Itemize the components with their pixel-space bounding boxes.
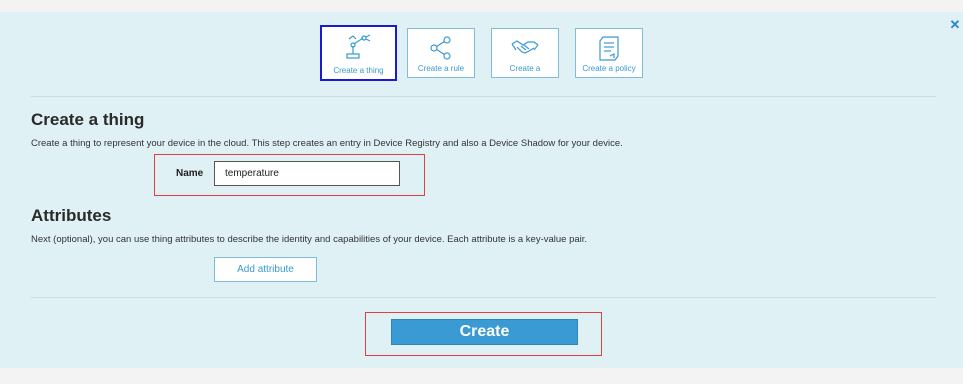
share-nodes-icon — [430, 36, 451, 60]
handshake-icon — [511, 40, 539, 54]
wizard-tiles: Create a thing Create a rule Create a Cr… — [0, 25, 963, 82]
add-attribute-button[interactable]: Add attribute — [214, 257, 317, 282]
create-button[interactable]: Create — [391, 319, 578, 345]
divider-top — [31, 96, 936, 97]
tile-create-a[interactable]: Create a — [491, 28, 559, 78]
tile-create-policy[interactable]: Create a policy — [575, 28, 643, 78]
name-input[interactable] — [214, 161, 400, 186]
document-icon — [599, 36, 619, 61]
tile-label: Create a policy — [582, 64, 636, 73]
section-description-thing: Create a thing to represent your device … — [31, 138, 623, 149]
section-title-attributes: Attributes — [31, 206, 112, 225]
section-title-thing: Create a thing — [31, 110, 145, 129]
name-label: Name — [176, 168, 204, 179]
tile-label: Create a rule — [417, 64, 465, 73]
tile-create-rule[interactable]: Create a rule — [407, 28, 475, 78]
section-description-attributes: Next (optional), you can use thing attri… — [31, 234, 588, 245]
tile-create-thing[interactable]: Create a thing — [320, 25, 397, 81]
robot-arm-icon — [345, 34, 370, 59]
divider-bottom — [31, 297, 936, 298]
tile-label: Create a thing — [333, 66, 384, 75]
tile-label: Create a — [509, 64, 541, 73]
